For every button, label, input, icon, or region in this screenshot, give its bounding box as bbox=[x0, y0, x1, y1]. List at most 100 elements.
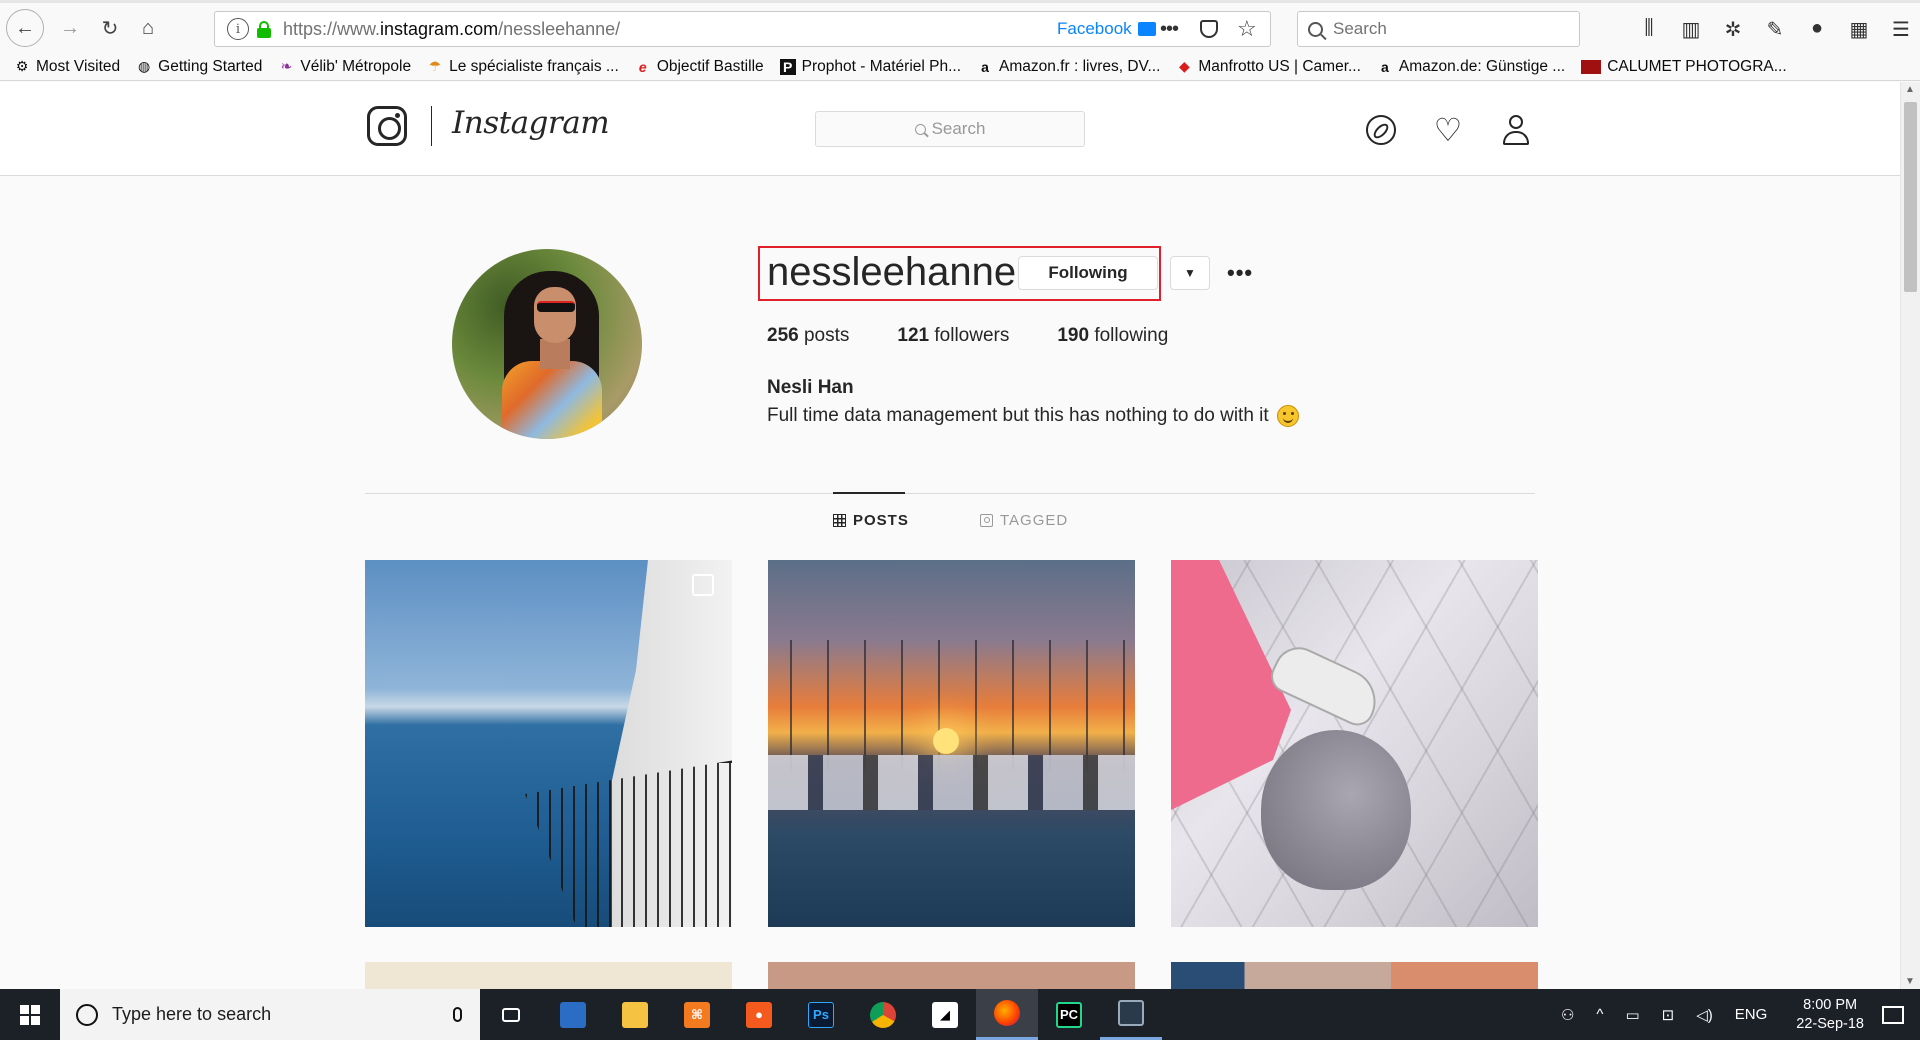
multiple-photos-icon bbox=[692, 574, 714, 596]
pycharm-icon[interactable]: PC bbox=[1038, 989, 1100, 1040]
bookmarks-bar: ⚙ Most Visited ◍ Getting Started ❧ Vélib' M… bbox=[0, 53, 1920, 81]
tabs-divider bbox=[365, 493, 1535, 494]
bookmark-calumet[interactable]: CALUMET PHOTOGRA... bbox=[1581, 58, 1787, 76]
post-thumbnail[interactable] bbox=[768, 560, 1135, 927]
amazon-icon: a bbox=[1381, 58, 1389, 75]
chrome-icon[interactable] bbox=[852, 989, 914, 1040]
show-hidden-icons-icon[interactable]: ^ bbox=[1596, 1006, 1603, 1023]
system-tray: ⚇ ^ ▭ ⊡ ◁) ENG 8:00 PM 22-Sep-18 bbox=[1550, 989, 1920, 1040]
pocket-icon[interactable] bbox=[1200, 20, 1218, 38]
bookmark-amazon-fr[interactable]: a Amazon.fr : livres, DV... bbox=[977, 58, 1160, 76]
scroll-up-arrow-icon[interactable]: ▲ bbox=[1905, 84, 1915, 95]
instagram-wordmark[interactable]: Instagram bbox=[452, 105, 610, 141]
bookmark-prophot[interactable]: P Prophot - Matériel Ph... bbox=[779, 58, 961, 76]
evernote-icon[interactable]: ✎ bbox=[1763, 17, 1787, 42]
home-icon[interactable]: ⌂ bbox=[130, 10, 166, 46]
back-arrow-icon[interactable]: ← bbox=[6, 9, 44, 47]
scrollbar-thumb[interactable] bbox=[1904, 102, 1917, 292]
xampp-icon[interactable]: ⌘ bbox=[666, 989, 728, 1040]
post-thumbnail[interactable] bbox=[365, 560, 732, 927]
language-indicator[interactable]: ENG bbox=[1735, 1006, 1768, 1023]
gear-icon: ⚙ bbox=[15, 58, 29, 74]
volume-icon[interactable]: ◁) bbox=[1696, 1006, 1713, 1024]
container-label[interactable]: Facebook bbox=[1057, 19, 1156, 39]
explore-compass-icon[interactable] bbox=[1366, 115, 1396, 145]
instagram-camera-icon[interactable] bbox=[367, 106, 407, 146]
bookmark-amazon-de[interactable]: a Amazon.de: Günstige ... bbox=[1377, 58, 1565, 76]
briefcase-icon bbox=[1137, 22, 1156, 36]
taskbar-search-input[interactable]: Type here to search bbox=[60, 989, 480, 1040]
file-explorer-icon[interactable] bbox=[604, 989, 666, 1040]
sidebar-icon[interactable]: ▥ bbox=[1679, 17, 1703, 42]
suggestions-dropdown-button[interactable]: ▼ bbox=[1170, 256, 1210, 290]
instagram-search-input[interactable]: Search bbox=[815, 111, 1085, 147]
bookmark-manfrotto[interactable]: ◆ Manfrotto US | Camer... bbox=[1176, 58, 1361, 76]
profile-full-name: Nesli Han bbox=[767, 377, 854, 398]
site-info-icon[interactable]: i bbox=[227, 18, 249, 40]
remote-desktop-icon[interactable] bbox=[542, 989, 604, 1040]
page-scrollbar[interactable]: ▲ ▼ bbox=[1900, 82, 1920, 989]
scroll-down-arrow-icon[interactable]: ▼ bbox=[1905, 976, 1915, 987]
url-text[interactable]: https://www.instagram.com/nessleehanne/ bbox=[283, 19, 620, 40]
extension-3-icon[interactable]: ▦ bbox=[1847, 17, 1871, 42]
bookmark-specialiste[interactable]: ☂ Le spécialiste français ... bbox=[427, 58, 619, 76]
post-thumbnail[interactable] bbox=[1171, 560, 1538, 927]
following-button[interactable]: Following bbox=[1018, 256, 1158, 290]
menu-icon[interactable]: ☰ bbox=[1889, 17, 1913, 42]
people-icon[interactable]: ⚇ bbox=[1561, 1006, 1574, 1024]
tab-posts[interactable]: POSTS bbox=[833, 512, 909, 529]
action-center-icon[interactable] bbox=[1882, 1005, 1904, 1024]
clock[interactable]: 8:00 PM 22-Sep-18 bbox=[1796, 996, 1864, 1034]
firefox-icon[interactable] bbox=[976, 989, 1038, 1040]
start-button[interactable] bbox=[0, 989, 60, 1040]
post-thumbnail[interactable] bbox=[1171, 962, 1538, 989]
e-logo-icon: e bbox=[638, 58, 647, 75]
lock-icon[interactable] bbox=[257, 21, 271, 38]
photoshop-icon[interactable]: Ps bbox=[790, 989, 852, 1040]
logo-divider bbox=[431, 106, 432, 146]
forward-arrow-icon[interactable]: → bbox=[52, 10, 88, 46]
post-thumbnail[interactable] bbox=[768, 962, 1135, 989]
notes-icon[interactable]: ◢ bbox=[914, 989, 976, 1040]
profile-person-icon[interactable] bbox=[1501, 115, 1531, 145]
bookmark-objectif-bastille[interactable]: e Objectif Bastille bbox=[635, 58, 764, 76]
profile-username: nessleehanne bbox=[767, 250, 1017, 294]
bookmark-velib[interactable]: ❧ Vélib' Métropole bbox=[278, 58, 412, 76]
bookmark-most-visited[interactable]: ⚙ Most Visited bbox=[14, 58, 120, 76]
activity-heart-icon[interactable]: ♡ bbox=[1433, 114, 1463, 146]
search-icon bbox=[1308, 21, 1323, 37]
browser-search-input[interactable]: Search bbox=[1297, 11, 1580, 47]
more-options-icon[interactable]: ••• bbox=[1227, 260, 1253, 286]
toolbar-icons: ⫼ ▥ ✲ ✎ ● ▦ ☰ bbox=[1637, 17, 1913, 42]
post-thumbnail[interactable] bbox=[365, 962, 732, 989]
followers-stat[interactable]: 121 followers bbox=[897, 325, 1009, 347]
profile-bio: Full time data management but this has n… bbox=[767, 405, 1299, 427]
profile-avatar[interactable] bbox=[452, 249, 642, 439]
tab-tagged[interactable]: TAGGED bbox=[980, 512, 1068, 529]
cortana-icon bbox=[76, 1003, 98, 1026]
extension-icon[interactable]: ✲ bbox=[1721, 17, 1745, 42]
tagged-person-icon bbox=[980, 514, 993, 527]
browser-toolbar: ← → ↻ ⌂ i https://www.instagram.com/ness… bbox=[0, 0, 1920, 53]
windows-logo-icon bbox=[20, 1004, 40, 1025]
following-stat[interactable]: 190 following bbox=[1057, 325, 1168, 347]
terminal-icon[interactable] bbox=[1100, 989, 1162, 1040]
page-actions-icon[interactable]: ••• bbox=[1160, 18, 1179, 41]
smiling-emoji-icon bbox=[1276, 405, 1299, 427]
library-icon[interactable]: ⫼ bbox=[1637, 17, 1661, 42]
windows-taskbar: Type here to search ⌘ ● Ps ◢ PC ⚇ ^ ▭ ⊡ … bbox=[0, 989, 1920, 1040]
orange-app-icon[interactable]: ● bbox=[728, 989, 790, 1040]
calumet-icon bbox=[1581, 59, 1602, 74]
grid-icon bbox=[833, 514, 846, 527]
profile-stats: 256 posts 121 followers 190 following bbox=[767, 325, 1216, 347]
network-icon[interactable]: ⊡ bbox=[1662, 1006, 1675, 1024]
instagram-header: Instagram Search ♡ bbox=[0, 82, 1900, 176]
microphone-icon[interactable] bbox=[453, 1007, 462, 1022]
url-bar[interactable]: i https://www.instagram.com/nessleehanne… bbox=[214, 11, 1271, 47]
reload-icon[interactable]: ↻ bbox=[92, 10, 128, 46]
bookmark-star-icon[interactable]: ☆ bbox=[1237, 16, 1257, 42]
battery-icon[interactable]: ▭ bbox=[1625, 1006, 1639, 1024]
extension-2-icon[interactable]: ● bbox=[1805, 17, 1829, 42]
bookmark-getting-started[interactable]: ◍ Getting Started bbox=[136, 58, 262, 76]
task-view-icon[interactable] bbox=[480, 989, 542, 1040]
